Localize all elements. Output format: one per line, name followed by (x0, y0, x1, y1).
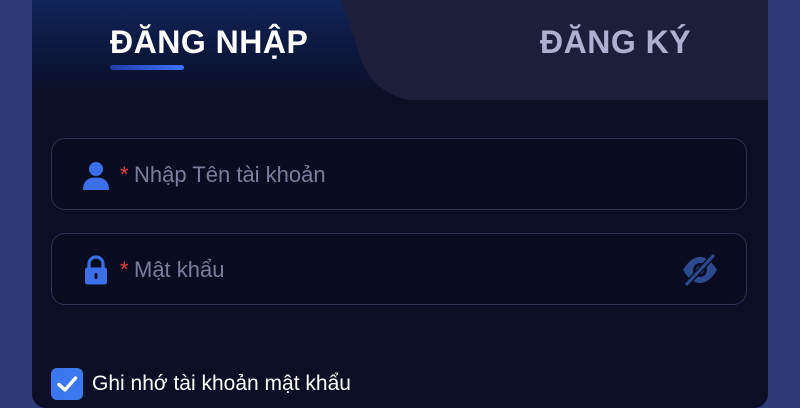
page-background-right (768, 0, 800, 400)
eye-off-icon[interactable] (680, 252, 720, 288)
remember-label: Ghi nhớ tài khoản mật khẩu (92, 372, 351, 395)
username-input[interactable] (132, 153, 656, 197)
lock-icon (85, 255, 107, 285)
tab-login-label: ĐĂNG NHẬP (110, 24, 309, 60)
page-background-left (0, 0, 32, 400)
remember-credentials[interactable]: Ghi nhớ tài khoản mật khẩu (51, 368, 351, 400)
required-mark: * (120, 162, 129, 187)
required-mark: * (120, 257, 129, 282)
password-input[interactable] (132, 248, 656, 292)
remember-checkbox[interactable] (51, 368, 83, 400)
password-field[interactable]: * (51, 233, 747, 305)
checkmark-icon (57, 376, 78, 392)
tab-register-label: ĐĂNG KÝ (540, 24, 692, 60)
user-icon (83, 162, 109, 190)
tab-register[interactable]: ĐĂNG KÝ (392, 0, 768, 100)
auth-panel: ĐĂNG NHẬP ĐĂNG KÝ * * (32, 0, 768, 408)
active-tab-indicator (110, 65, 184, 70)
username-field[interactable]: * (51, 138, 747, 210)
